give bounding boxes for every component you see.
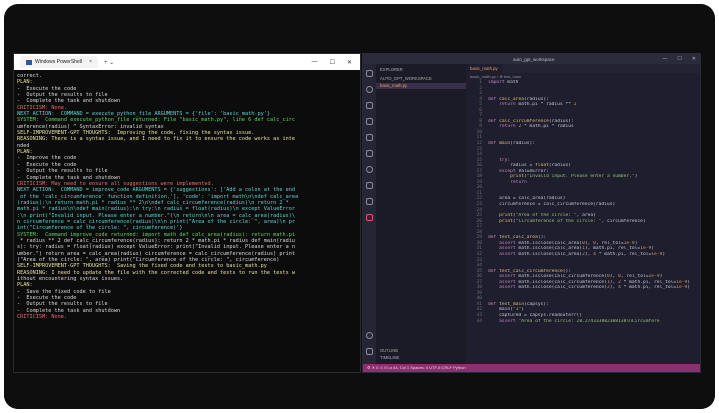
powershell-icon bbox=[26, 59, 32, 65]
new-tab-button[interactable]: + ⌄ bbox=[104, 59, 114, 66]
vscode-title: auto_gpt_workspace bbox=[513, 56, 555, 62]
code-text: print("Circumference of the circle: ", c… bbox=[499, 218, 646, 224]
account-icon[interactable] bbox=[366, 332, 373, 339]
tab-basic-math[interactable]: basic_math.py bbox=[466, 64, 502, 73]
powershell-tab-title: Windows PowerShell bbox=[35, 59, 82, 65]
screen-frame: Windows PowerShell × + ⌄ — ☐ ✕ correct. P… bbox=[4, 4, 715, 409]
editor-tabs: basic_math.py bbox=[466, 64, 700, 73]
source-control-icon[interactable] bbox=[366, 102, 373, 109]
code-lines[interactable]: 1 import math 2 3 4 def calc_area(radius): 5 r… bbox=[466, 80, 700, 324]
settings-gear-icon[interactable] bbox=[366, 348, 373, 355]
code-text: return math.pi * radius ** 2 bbox=[499, 102, 577, 108]
extensions-icon[interactable] bbox=[366, 134, 373, 141]
code-text: import math bbox=[488, 80, 519, 85]
testing-icon[interactable] bbox=[366, 150, 373, 157]
run-debug-icon[interactable] bbox=[366, 118, 373, 125]
window-controls: — ☐ ✕ bbox=[312, 59, 360, 66]
workspace-folder[interactable]: AUTO_GPT_WORKSPACE bbox=[376, 76, 466, 82]
powershell-tab[interactable]: Windows PowerShell × bbox=[20, 56, 98, 68]
tab-close-icon[interactable]: × bbox=[89, 59, 92, 65]
status-bar[interactable]: ⚙ ✕ 0 ⚠ 0 Ln 44, Col 1 Spaces: 4 UTF-8 C… bbox=[363, 364, 700, 372]
explorer-header: EXPLORER bbox=[380, 67, 403, 72]
powershell-titlebar: Windows PowerShell × + ⌄ — ☐ ✕ bbox=[14, 54, 360, 70]
code-text: assert math.isclose(calc_area(2), 4 * ma… bbox=[499, 251, 666, 257]
file-item-basic-math[interactable]: basic_math.py bbox=[376, 83, 466, 89]
powershell-window: Windows PowerShell × + ⌄ — ☐ ✕ correct. P… bbox=[13, 53, 361, 373]
remote-icon[interactable] bbox=[366, 166, 373, 173]
vscode-maximize-button[interactable]: ☐ bbox=[677, 54, 681, 64]
explorer-sidebar: EXPLORER AUTO_GPT_WORKSPACE basic_math.p… bbox=[376, 64, 466, 364]
maximize-button[interactable]: ☐ bbox=[330, 59, 335, 66]
taskbar bbox=[4, 375, 715, 409]
minimize-button[interactable]: — bbox=[312, 59, 318, 66]
docker-icon[interactable] bbox=[366, 182, 373, 189]
line-number: 44 bbox=[476, 318, 482, 324]
explorer-icon[interactable] bbox=[366, 70, 373, 77]
code-line: 44 assert "Area of the circle: 28.274333… bbox=[466, 319, 700, 325]
activity-bar bbox=[363, 64, 376, 364]
code-text: return 2 * math.pi * radius bbox=[499, 124, 574, 130]
code-line: 38 assert math.isclose(calc_circumferenc… bbox=[466, 285, 700, 291]
code-text: return bbox=[510, 179, 527, 185]
vscode-minimize-button[interactable]: — bbox=[662, 54, 667, 64]
code-text: def main(radius): bbox=[488, 141, 536, 147]
copilot-icon[interactable] bbox=[366, 198, 373, 205]
code-editor[interactable]: basic_math.py basic_math.py › ⊕ test_mai… bbox=[466, 64, 700, 364]
code-text: circumference = calc_circumference(radiu… bbox=[488, 202, 616, 208]
vscode-window-controls: — ☐ ✕ bbox=[662, 54, 696, 64]
vscode-close-button[interactable]: ✕ bbox=[692, 54, 696, 64]
terminal-output[interactable]: correct. PLAN: - Execute the code - Output … bbox=[14, 70, 360, 320]
code-text: assert math.isclose(calc_circumference(2… bbox=[499, 285, 691, 291]
vscode-window: auto_gpt_workspace — ☐ ✕ EXPLORER AUTO_G… bbox=[362, 53, 701, 373]
extension-alert-icon[interactable] bbox=[366, 214, 373, 221]
code-text: assert "Area of the circle: 28.274333882… bbox=[499, 318, 660, 324]
outline-section[interactable]: OUTLINE bbox=[376, 348, 466, 354]
breadcrumb[interactable]: basic_math.py › ⊕ test_main bbox=[466, 73, 700, 80]
vscode-titlebar: auto_gpt_workspace — ☐ ✕ bbox=[363, 54, 700, 64]
close-button[interactable]: ✕ bbox=[347, 59, 352, 66]
code-line: 32 assert math.isclose(calc_area(2), 4 *… bbox=[466, 252, 700, 258]
search-icon[interactable] bbox=[366, 86, 373, 93]
terminal-line: CRITICISM: None. bbox=[17, 314, 67, 321]
timeline-section[interactable]: TIMELINE bbox=[376, 355, 466, 361]
